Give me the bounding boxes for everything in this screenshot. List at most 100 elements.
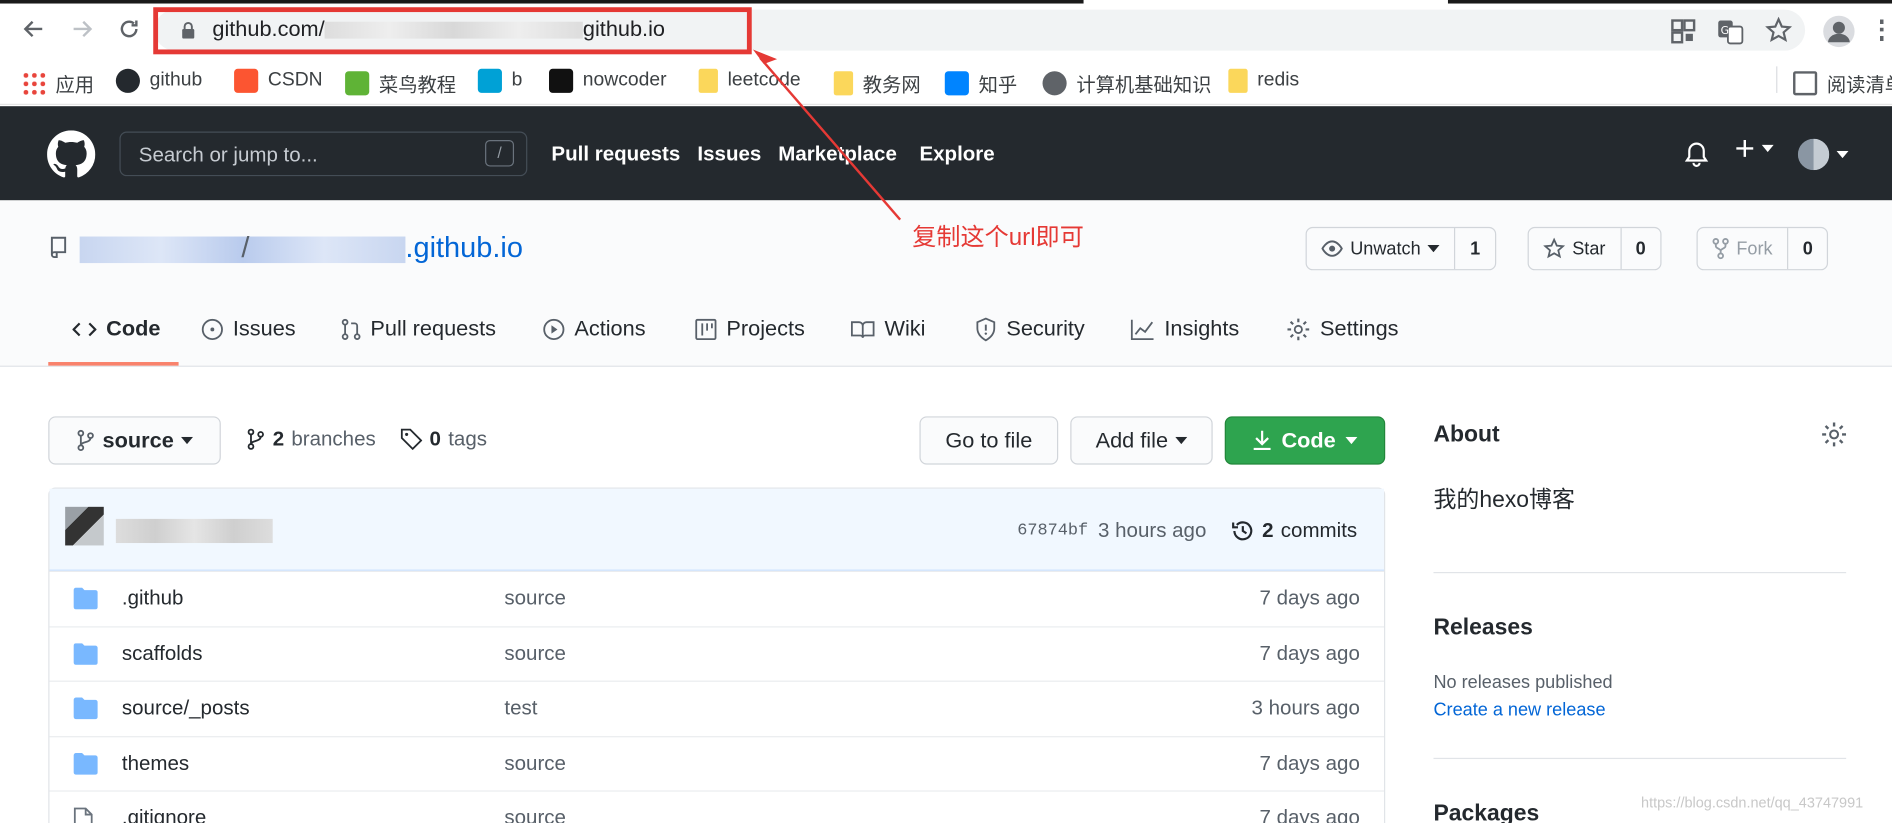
- file-row[interactable]: source/_posts test 3 hours ago: [49, 680, 1385, 735]
- tab-security[interactable]: Security: [975, 316, 1085, 341]
- bookmark-item[interactable]: CSDN: [234, 68, 323, 93]
- watch-count[interactable]: 1: [1456, 238, 1495, 259]
- commit-sha[interactable]: 67874bf: [1017, 521, 1088, 540]
- releases-title[interactable]: Releases: [1433, 615, 1532, 642]
- back-button[interactable]: [19, 14, 48, 43]
- user-menu-button[interactable]: [1797, 138, 1849, 171]
- file-commit-message[interactable]: source: [504, 751, 566, 775]
- file-age: 7 days ago: [1259, 586, 1360, 610]
- branch-select-button[interactable]: source: [48, 416, 221, 465]
- add-file-label: Add file: [1095, 427, 1169, 452]
- tab-wiki[interactable]: Wiki: [850, 316, 926, 341]
- fork-button[interactable]: Fork 0: [1696, 226, 1829, 271]
- file-commit-message[interactable]: source: [504, 641, 566, 665]
- file-age: 7 days ago: [1259, 641, 1360, 665]
- caret-down-icon: [1836, 150, 1849, 159]
- branches-count: 2: [272, 427, 285, 451]
- releases-empty-text: No releases published: [1433, 672, 1613, 693]
- folder-icon: [73, 587, 98, 610]
- tab-insights[interactable]: Insights: [1130, 316, 1239, 341]
- tab-pull-requests[interactable]: Pull requests: [341, 316, 496, 341]
- qr-code-icon[interactable]: [1670, 18, 1697, 45]
- file-commit-message[interactable]: source: [504, 806, 566, 823]
- tab-actions[interactable]: Actions: [543, 316, 646, 341]
- translate-icon[interactable]: G: [1717, 18, 1744, 45]
- tab-settings[interactable]: Settings: [1286, 316, 1399, 341]
- commits-label: commits: [1280, 518, 1358, 542]
- url-highlight-box: [153, 7, 752, 55]
- file-name[interactable]: source/_posts: [122, 696, 250, 720]
- add-file-button[interactable]: Add file: [1070, 416, 1213, 465]
- commit-message-redacted[interactable]: [115, 518, 273, 544]
- bookmark-label: 阅读清单: [1826, 76, 1892, 97]
- play-icon: [543, 318, 565, 340]
- issue-opened-icon: [201, 318, 223, 340]
- bookmark-item[interactable]: github: [115, 68, 202, 93]
- file-row[interactable]: .gitignore source 7 days ago: [49, 790, 1385, 823]
- bookmark-star-icon[interactable]: [1765, 16, 1792, 44]
- bookmark-item[interactable]: 阅读清单: [1793, 69, 1892, 98]
- file-name[interactable]: themes: [122, 751, 189, 775]
- tab-issues[interactable]: Issues: [201, 316, 296, 341]
- arrow-left-icon: [23, 20, 43, 38]
- star-count[interactable]: 0: [1621, 238, 1660, 259]
- commits-link[interactable]: 2 commits: [1231, 519, 1357, 543]
- graph-icon: [1130, 319, 1154, 340]
- caret-down-icon: [181, 436, 194, 445]
- bookmark-item[interactable]: nowcoder: [549, 68, 667, 93]
- notifications-bell-icon[interactable]: [1683, 141, 1710, 168]
- github-logo-icon[interactable]: [47, 130, 96, 178]
- packages-title[interactable]: Packages: [1433, 801, 1539, 823]
- file-name[interactable]: .github: [122, 586, 184, 610]
- folder-bookmark-icon: [1228, 68, 1248, 93]
- code-brackets-icon: [72, 322, 97, 336]
- create-release-link[interactable]: Create a new release: [1433, 700, 1605, 721]
- fork-count[interactable]: 0: [1788, 238, 1827, 259]
- bookmark-label: 计算机基础知识: [1076, 76, 1212, 97]
- file-name[interactable]: scaffolds: [122, 641, 203, 665]
- file-row[interactable]: scaffolds source 7 days ago: [49, 625, 1385, 680]
- create-new-button[interactable]: [1734, 138, 1774, 160]
- file-name[interactable]: .gitignore: [122, 806, 206, 823]
- active-tab-underline: [48, 362, 179, 366]
- tab-code[interactable]: Code: [72, 316, 160, 341]
- watch-button[interactable]: Unwatch 1: [1305, 226, 1496, 271]
- tag-icon: [400, 428, 423, 451]
- bookmark-item[interactable]: 计算机基础知识: [1042, 69, 1212, 98]
- sidebar-divider: [1433, 571, 1847, 574]
- bookmark-item[interactable]: 应用: [21, 69, 94, 98]
- repo-icon: [50, 236, 67, 259]
- file-row[interactable]: themes source 7 days ago: [49, 735, 1385, 790]
- bookmark-item[interactable]: redis: [1228, 68, 1299, 93]
- profile-avatar-icon[interactable]: [1822, 14, 1856, 48]
- bookmark-label: CSDN: [267, 69, 323, 91]
- tab-projects[interactable]: Projects: [695, 316, 805, 341]
- bookmark-item[interactable]: 知乎: [944, 69, 1018, 98]
- browser-menu-icon[interactable]: [1879, 19, 1884, 42]
- about-settings-gear-icon[interactable]: [1821, 421, 1848, 448]
- nav-pull-requests[interactable]: Pull requests: [551, 142, 680, 166]
- bookmark-item[interactable]: b: [477, 68, 522, 93]
- branches-link[interactable]: 2 branches: [246, 427, 376, 451]
- tab-actions-label: Actions: [574, 316, 646, 341]
- tab-projects-label: Projects: [726, 316, 805, 341]
- forward-button[interactable]: [68, 14, 97, 43]
- nav-explore[interactable]: Explore: [919, 142, 994, 166]
- tab-wiki-label: Wiki: [884, 316, 926, 341]
- nowcoder-icon: [549, 68, 574, 93]
- file-commit-message[interactable]: source: [504, 586, 566, 610]
- go-to-file-button[interactable]: Go to file: [919, 416, 1059, 465]
- file-icon: [73, 807, 93, 823]
- file-row[interactable]: .github source 7 days ago: [49, 570, 1385, 625]
- reload-button[interactable]: [115, 14, 144, 43]
- bookmark-label: 知乎: [978, 76, 1018, 97]
- project-board-icon: [695, 318, 717, 340]
- star-button[interactable]: Star 0: [1527, 226, 1662, 271]
- code-download-button[interactable]: Code: [1224, 416, 1386, 465]
- committer-avatar[interactable]: [65, 506, 104, 546]
- bookmark-item[interactable]: 菜鸟教程: [345, 69, 456, 98]
- file-commit-message[interactable]: test: [504, 696, 537, 720]
- plus-icon: [1736, 139, 1754, 157]
- repo-title[interactable]: .github.io: [79, 232, 523, 266]
- tags-link[interactable]: 0 tags: [400, 427, 487, 451]
